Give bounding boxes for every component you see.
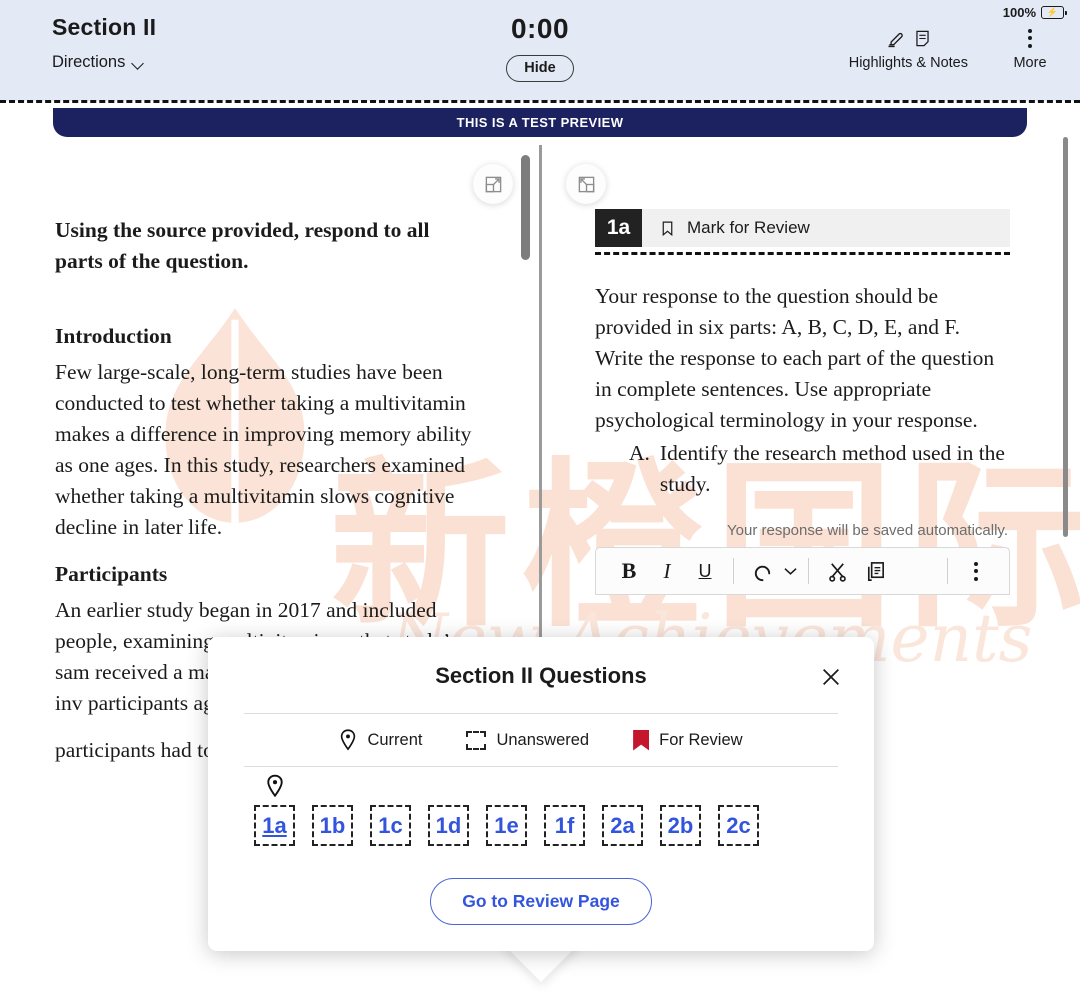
legend-for-review-label: For Review	[659, 730, 743, 749]
question-navigation-grid: 1a 1b 1c 1d 1e 1f 2a 2b 2c	[244, 767, 838, 846]
expand-right-pane-button[interactable]	[566, 164, 606, 204]
close-icon	[823, 669, 839, 685]
legend-unanswered-label: Unanswered	[496, 730, 590, 749]
chevron-down-icon	[783, 567, 797, 575]
question-nav-2a[interactable]: 2a	[602, 805, 643, 846]
question-number-badge: 1a	[595, 209, 642, 247]
hide-timer-button[interactable]: Hide	[506, 55, 574, 82]
copy-icon	[867, 561, 884, 581]
question-nav-1e[interactable]: 1e	[486, 805, 527, 846]
question-nav-label: 2a	[610, 812, 635, 838]
more-vertical-icon	[1002, 25, 1058, 51]
toolbar-divider	[947, 558, 948, 584]
italic-button[interactable]: I	[648, 552, 686, 590]
test-preview-banner: THIS IS A TEST PREVIEW	[53, 108, 1027, 137]
mark-for-review-button[interactable]: Mark for Review	[642, 209, 810, 247]
pin-icon	[341, 729, 356, 751]
close-modal-button[interactable]	[816, 662, 846, 692]
toolbar-divider	[808, 558, 809, 584]
legend-unanswered: Unanswered	[466, 730, 590, 750]
question-nav-2b[interactable]: 2b	[660, 805, 701, 846]
more-vertical-icon	[974, 558, 978, 584]
exam-app: 新橙国际 New Achievements Section II Directi…	[0, 0, 1080, 994]
question-nav-1f[interactable]: 1f	[544, 805, 585, 846]
highlights-notes-button[interactable]: Highlights & Notes	[849, 25, 968, 71]
battery-charging-icon: ⚡	[1041, 6, 1067, 19]
dashed-box-icon	[466, 730, 487, 750]
question-part-letter: A.	[629, 441, 650, 465]
question-nav-1d[interactable]: 1d	[428, 805, 469, 846]
cut-button[interactable]	[818, 552, 856, 590]
question-nav-label: 2c	[726, 812, 751, 838]
undo-options-button[interactable]	[781, 552, 799, 590]
note-icon	[916, 30, 929, 46]
toolbar-divider	[733, 558, 734, 584]
question-nav-1c[interactable]: 1c	[370, 805, 411, 846]
question-nav-label: 1d	[435, 812, 462, 838]
question-parts-list: A. Identify the research method used in …	[595, 438, 1010, 500]
question-body-text: Your response to the question should be …	[595, 284, 995, 432]
test-preview-label: THIS IS A TEST PREVIEW	[456, 115, 624, 130]
more-label: More	[1013, 55, 1047, 71]
cut-icon	[828, 562, 846, 582]
question-nav-label: 1f	[554, 812, 575, 838]
modal-footer: Go to Review Page	[244, 846, 838, 925]
header-divider	[0, 100, 1080, 103]
question-nav-1a[interactable]: 1a	[254, 774, 295, 846]
underline-button[interactable]: U	[686, 552, 724, 590]
source-participants-heading: Participants	[55, 562, 168, 586]
modal-legend: Current Unanswered For Review	[244, 713, 838, 767]
expand-left-pane-button[interactable]	[473, 164, 513, 204]
source-intro-body: Few large-scale, long-term studies have …	[55, 360, 472, 539]
flag-icon	[633, 729, 650, 751]
legend-for-review: For Review	[633, 729, 743, 751]
battery-status: 100% ⚡	[1002, 5, 1067, 20]
question-nav-label: 1a	[262, 812, 287, 838]
modal-title: Section II Questions	[435, 663, 647, 688]
expand-right-icon	[485, 176, 501, 192]
page-scrollbar[interactable]	[1063, 137, 1068, 537]
pane-resize-handle[interactable]	[521, 155, 530, 260]
copy-button[interactable]	[856, 552, 894, 590]
source-intro-heading: Introduction	[55, 324, 172, 348]
question-header: 1a Mark for Review	[595, 209, 1010, 247]
question-nav-label: 1c	[378, 812, 403, 838]
question-nav-label: 2b	[667, 812, 694, 838]
section-questions-modal: Section II Questions Current Unanswered	[208, 637, 874, 951]
highlighter-icon	[888, 32, 903, 47]
bold-button[interactable]: B	[610, 552, 648, 590]
editor-more-button[interactable]	[957, 552, 995, 590]
expand-left-icon	[578, 176, 594, 192]
more-menu-button[interactable]: More	[1002, 25, 1058, 71]
go-to-review-page-button[interactable]: Go to Review Page	[430, 878, 652, 925]
legend-current-label: Current	[367, 730, 423, 749]
pane-divider	[539, 145, 542, 637]
question-header-divider	[595, 252, 1010, 255]
question-part-text: Identify the research method used in the…	[659, 441, 1005, 496]
current-pin-icon	[266, 774, 283, 798]
question-nav-1b[interactable]: 1b	[312, 805, 353, 846]
question-nav-label: 1e	[494, 812, 519, 838]
question-nav-2c[interactable]: 2c	[718, 805, 759, 846]
mark-for-review-label: Mark for Review	[687, 218, 810, 237]
app-header: Section II Directions 0:00 Hide 100% ⚡ H…	[0, 0, 1080, 101]
source-instruction: Using the source provided, respond to al…	[55, 218, 430, 273]
bookmark-icon	[662, 221, 673, 236]
highlights-notes-icons	[849, 25, 968, 51]
battery-percent-label: 100%	[1002, 5, 1036, 20]
question-nav-label: 1b	[319, 812, 346, 838]
highlights-notes-label: Highlights & Notes	[848, 55, 968, 71]
autosave-note: Your response will be saved automaticall…	[727, 522, 1008, 539]
response-editor-toolbar: B I U	[595, 547, 1010, 595]
undo-icon	[754, 565, 770, 581]
undo-button[interactable]	[743, 552, 781, 590]
question-part: A. Identify the research method used in …	[629, 438, 1010, 500]
legend-current: Current	[339, 729, 422, 751]
